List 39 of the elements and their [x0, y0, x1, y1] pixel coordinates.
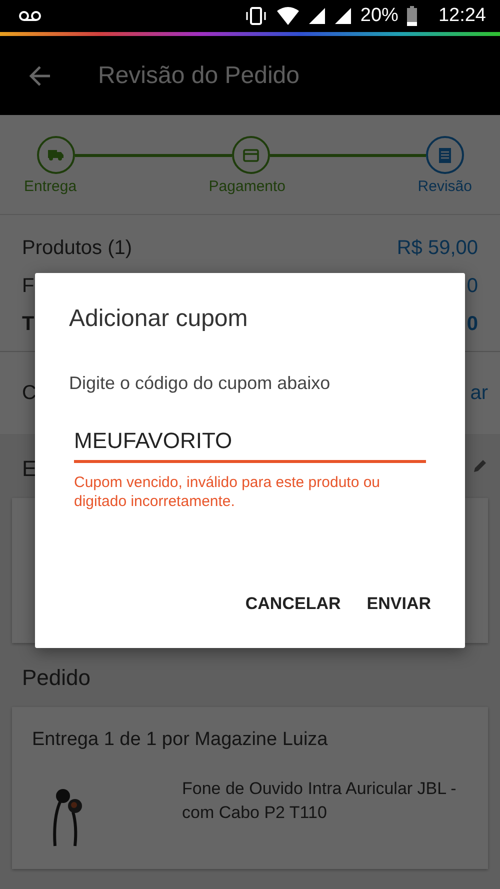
- signal-icon: [308, 7, 326, 25]
- card-icon: [242, 148, 258, 162]
- dialog-title: Adicionar cupom: [69, 305, 249, 333]
- battery-icon: [406, 6, 418, 26]
- dialog-message: Digite o código do cupom abaixo: [69, 373, 332, 394]
- battery-percent: 20%: [360, 5, 398, 27]
- clock-time: 12:24: [438, 5, 486, 27]
- pencil-icon: [472, 458, 488, 474]
- section-heading: Pedido: [21, 664, 92, 692]
- dialog-button[interactable]: ENVIAR: [358, 584, 439, 624]
- summary-label: F: [22, 274, 34, 298]
- summary-value: 0: [466, 274, 478, 298]
- section-heading: E: [21, 455, 38, 483]
- summary-label: Produtos (1): [22, 236, 132, 260]
- voicemail-icon: [18, 10, 42, 22]
- truck-icon: [48, 149, 64, 161]
- coupon-field[interactable]: MEUFAVORITO: [74, 428, 426, 463]
- wifi-icon: [276, 7, 300, 25]
- step-label[interactable]: Revisão: [418, 178, 472, 195]
- step-label[interactable]: Entrega: [24, 178, 77, 195]
- summary-value: 0: [466, 312, 478, 336]
- step-label[interactable]: Pagamento: [208, 178, 286, 195]
- coupon-label: C: [22, 382, 36, 404]
- earphones-drawing: [52, 789, 82, 847]
- screen-title: Revisão do Pedido: [98, 62, 300, 90]
- step-marker[interactable]: [232, 136, 270, 174]
- error-message: Cupom vencido, inválido para este produto ou digitado incorretamente.: [74, 473, 382, 511]
- step-marker[interactable]: [37, 136, 75, 174]
- dialog-button[interactable]: CANCELAR: [237, 584, 349, 624]
- vibrate-icon: [244, 6, 268, 26]
- signal-icon: [334, 7, 352, 25]
- coupon-link[interactable]: ar: [470, 382, 488, 404]
- back-arrow-icon: [28, 64, 52, 88]
- delivery-title: Entrega 1 de 1 por Magazine Luiza: [32, 729, 329, 751]
- product-name: Fone de Ouvido Intra Auricular JBL - com Cabo P2 T110: [182, 778, 458, 824]
- step-marker[interactable]: [426, 136, 464, 174]
- summary-value: R$ 59,00: [396, 236, 478, 260]
- summary-label: T: [22, 312, 34, 336]
- document-icon: [439, 148, 451, 162]
